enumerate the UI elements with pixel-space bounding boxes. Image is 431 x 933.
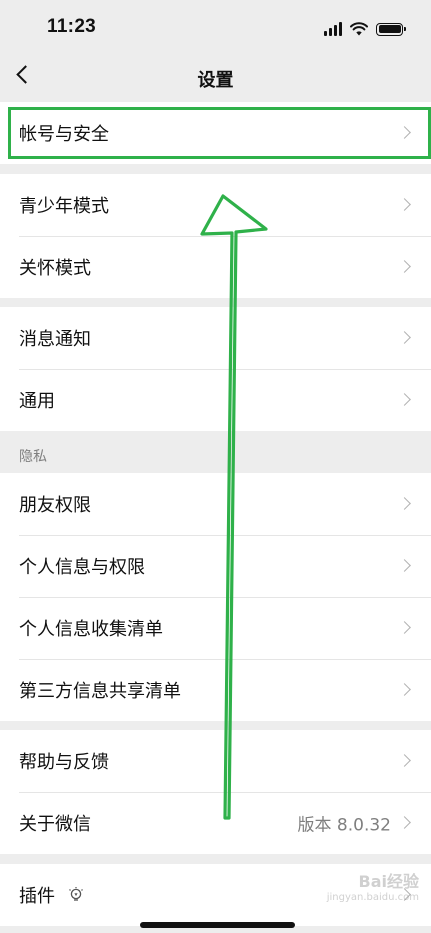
settings-item-label: 帐号与安全 xyxy=(19,124,109,145)
settings-item-teen-mode[interactable]: 青少年模式 xyxy=(0,174,431,236)
chevron-right-icon xyxy=(398,816,411,829)
settings-item-general[interactable]: 通用 xyxy=(0,369,431,431)
settings-item-personal-info-list[interactable]: 个人信息收集清单 xyxy=(0,597,431,659)
status-icons xyxy=(324,20,406,38)
chevron-right-icon xyxy=(398,497,411,510)
settings-item-label: 个人信息与权限 xyxy=(19,557,145,578)
settings-item-label: 青少年模式 xyxy=(19,196,109,217)
settings-item-account-security[interactable]: 帐号与安全 xyxy=(0,102,431,164)
settings-item-label: 朋友权限 xyxy=(19,495,91,516)
settings-group-account: 帐号与安全 xyxy=(0,102,431,164)
settings-item-care-mode[interactable]: 关怀模式 xyxy=(0,236,431,298)
settings-item-about-wechat[interactable]: 关于微信 版本 8.0.32 xyxy=(0,792,431,854)
version-value: 版本 8.0.32 xyxy=(297,815,391,836)
wifi-icon xyxy=(350,22,368,36)
chevron-right-icon xyxy=(398,559,411,572)
settings-item-label: 帮助与反馈 xyxy=(19,752,109,773)
chevron-right-icon xyxy=(398,621,411,634)
cellular-signal-icon xyxy=(324,22,342,36)
settings-item-label: 消息通知 xyxy=(19,329,91,350)
settings-group-modes: 青少年模式 关怀模式 xyxy=(0,174,431,298)
settings-item-help-feedback[interactable]: 帮助与反馈 xyxy=(0,730,431,792)
chevron-right-icon xyxy=(398,126,411,139)
settings-item-third-party-sharing[interactable]: 第三方信息共享清单 xyxy=(0,659,431,721)
settings-item-label: 插件 xyxy=(19,886,55,907)
chevron-right-icon xyxy=(398,393,411,406)
page-title: 设置 xyxy=(197,70,234,91)
watermark-text: Bai经验 xyxy=(358,872,419,891)
nav-bar: 设置 xyxy=(0,56,431,100)
status-time: 11:23 xyxy=(47,16,97,37)
battery-icon xyxy=(376,22,406,36)
settings-group-privacy: 朋友权限 个人信息与权限 个人信息收集清单 第三方信息共享清单 xyxy=(0,473,431,721)
watermark-url: jingyan.baidu.com xyxy=(326,892,419,903)
settings-item-notifications[interactable]: 消息通知 xyxy=(0,307,431,369)
settings-item-label: 关怀模式 xyxy=(19,258,91,279)
settings-group-about: 帮助与反馈 关于微信 版本 8.0.32 xyxy=(0,730,431,854)
settings-item-label: 个人信息收集清单 xyxy=(19,619,163,640)
chevron-right-icon xyxy=(398,331,411,344)
status-bar: 11:23 xyxy=(0,0,431,56)
section-header-privacy: 隐私 xyxy=(19,449,47,465)
settings-group-general: 消息通知 通用 xyxy=(0,307,431,431)
chevron-right-icon xyxy=(398,683,411,696)
home-indicator xyxy=(140,922,295,928)
chevron-right-icon xyxy=(398,260,411,273)
settings-item-friend-permissions[interactable]: 朋友权限 xyxy=(0,473,431,535)
settings-item-personal-info-permissions[interactable]: 个人信息与权限 xyxy=(0,535,431,597)
chevron-right-icon xyxy=(398,754,411,767)
settings-item-label: 通用 xyxy=(19,391,55,412)
chevron-right-icon xyxy=(398,198,411,211)
lightbulb-icon xyxy=(69,887,83,901)
watermark: Bai经验 jingyan.baidu.com xyxy=(327,874,419,906)
settings-item-label: 第三方信息共享清单 xyxy=(19,681,181,702)
settings-item-label: 关于微信 xyxy=(19,814,91,835)
